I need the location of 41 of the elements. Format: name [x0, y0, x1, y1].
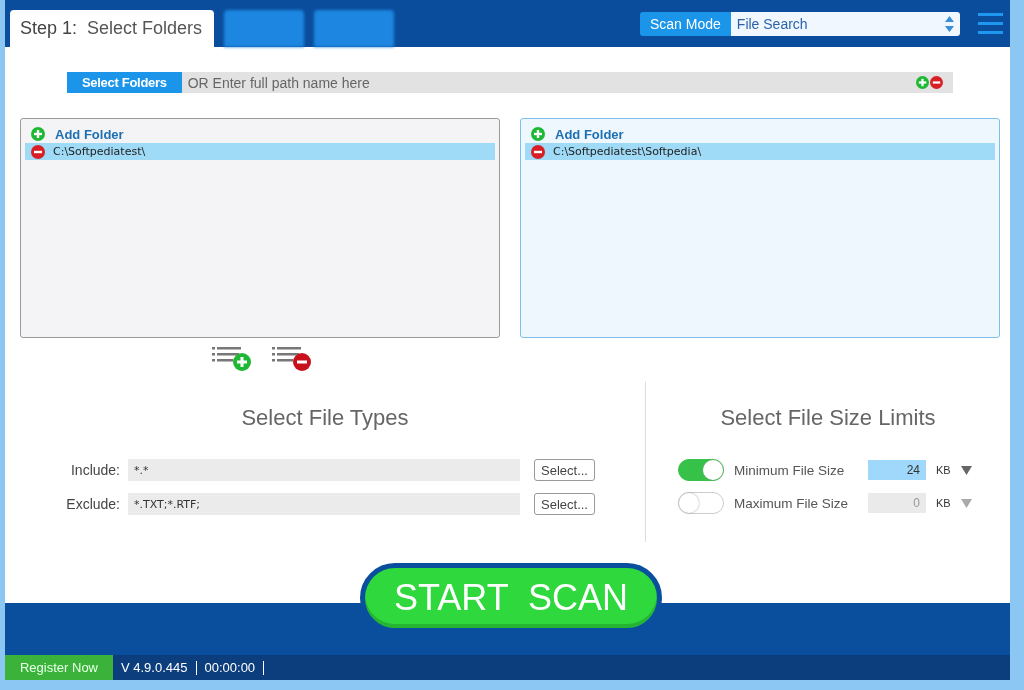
filter-label: Include:: [69, 462, 120, 478]
tab[interactable]: Step 1: Select Folders: [10, 10, 215, 47]
menu-icon[interactable]: [978, 13, 1003, 34]
version-text: V 4.9.0.445: [113, 660, 197, 675]
add-folder-link[interactable]: Add Folder: [555, 126, 624, 142]
select-button[interactable]: Select...: [534, 459, 595, 481]
scan-mode-label: Scan Mode: [640, 12, 731, 36]
spinner-arrows-icon: [945, 16, 954, 32]
tab[interactable]: [224, 10, 305, 47]
step-label: Step 1:: [20, 18, 78, 39]
remove-icon[interactable]: [31, 144, 45, 159]
size-label: Maximum File Size: [734, 495, 850, 511]
add-path-icon[interactable]: [916, 76, 929, 89]
path-placeholder: OR Enter full path name here: [186, 74, 371, 91]
filter-label: Exclude:: [65, 496, 120, 512]
timer-text: 00:00:00: [196, 660, 265, 675]
size-label: Minimum File Size: [734, 462, 846, 478]
folder-row[interactable]: C:\Softpediatest\Softpedia\: [525, 143, 995, 160]
unit-label: KB: [936, 497, 951, 509]
toggle-switch[interactable]: [678, 459, 724, 481]
path-field[interactable]: Select Folders OR Enter full path name here: [67, 72, 953, 93]
add-list-icon[interactable]: [212, 346, 252, 372]
filter-field[interactable]: *.*: [128, 459, 520, 481]
file-types-heading: Select File Types: [241, 405, 409, 431]
select-button[interactable]: Select...: [534, 493, 595, 515]
remove-list-icon[interactable]: [272, 346, 312, 372]
folder-row[interactable]: C:\Softpediatest\: [25, 143, 495, 160]
size-field[interactable]: 24: [868, 460, 926, 480]
remove-path-icon[interactable]: [930, 76, 943, 89]
filter-field[interactable]: *.TXT;*.RTF;: [128, 493, 520, 515]
add-icon[interactable]: [31, 127, 45, 141]
dropdown-arrow-icon[interactable]: [960, 465, 972, 475]
unit-label: KB: [936, 464, 951, 476]
add-icon[interactable]: [531, 127, 545, 141]
add-folder-link[interactable]: Add Folder: [55, 126, 124, 142]
scan-mode-dropdown[interactable]: File Search: [730, 12, 960, 36]
toggle-switch[interactable]: [678, 492, 724, 514]
tab[interactable]: [314, 10, 395, 47]
remove-icon[interactable]: [531, 144, 545, 159]
tab-title: Select Folders: [87, 18, 203, 39]
size-limits-heading: Select File Size Limits: [720, 405, 936, 431]
